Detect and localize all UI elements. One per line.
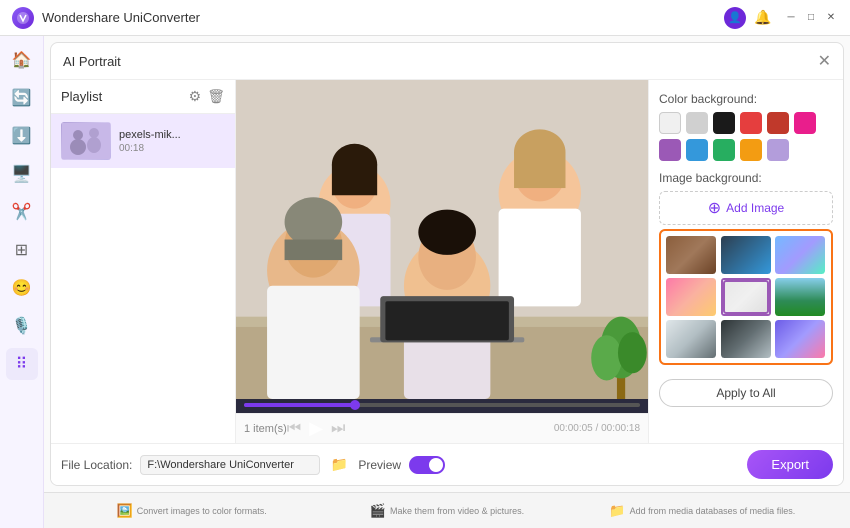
color-swatches <box>659 112 833 161</box>
sidebar-scissors[interactable]: ✂️ <box>6 196 38 228</box>
sidebar-home[interactable]: 🏠 <box>6 44 38 76</box>
img-thumb-8[interactable] <box>721 320 771 358</box>
bottom-icon-1: 🖼️ <box>117 503 133 519</box>
playlist-item[interactable]: pexels-mik... 00:18 <box>51 114 235 168</box>
img-thumb-1[interactable] <box>666 236 716 274</box>
sidebar: 🏠 🔄 ⬇️ 🖥️ ✂️ ⊞ 😊 🎙️ ⠿ <box>0 36 44 528</box>
timeline-thumb[interactable] <box>350 400 360 410</box>
img-thumb-2[interactable] <box>721 236 771 274</box>
playback-controls: ⏮ ▶ ⏭ <box>287 418 346 439</box>
playlist-item-info: pexels-mik... 00:18 <box>119 129 225 154</box>
app-logo <box>12 7 34 29</box>
sidebar-screen[interactable]: 🖥️ <box>6 158 38 190</box>
playlist-settings-icon[interactable]: ⚙ <box>189 88 202 105</box>
file-path-display: F:\Wondershare UniConverter <box>140 455 320 475</box>
preview-toggle[interactable] <box>409 456 445 474</box>
playlist-header: Playlist ⚙ 🗑 <box>51 80 235 114</box>
bottom-bar: 🖼️ Convert images to color formats. 🎬 Ma… <box>44 492 850 528</box>
add-icon: ⊕ <box>708 198 721 218</box>
img-thumb-3[interactable] <box>775 236 825 274</box>
playlist-delete-icon[interactable]: 🗑 <box>207 88 225 105</box>
bell-icon[interactable]: 🔔 <box>752 7 774 29</box>
bottom-item-2: 🎬 Make them from video & pictures. <box>319 503 574 519</box>
prev-button[interactable]: ⏮ <box>287 420 301 438</box>
swatch-dark-red[interactable] <box>767 112 789 134</box>
time-display: 00:00:05 / 00:00:18 <box>554 423 640 434</box>
swatch-pink[interactable] <box>794 112 816 134</box>
bottom-icon-2: 🎬 <box>370 503 386 519</box>
bottom-item-3: 📁 Add from media databases of media file… <box>575 503 830 519</box>
title-bar: Wondershare UniConverter 👤 🔔 ─ □ ✕ <box>0 0 850 36</box>
maximize-button[interactable]: □ <box>804 11 818 25</box>
sidebar-record[interactable]: 🎙️ <box>6 310 38 342</box>
bottom-text-3: Add from media databases of media files. <box>630 506 796 516</box>
close-button[interactable]: ✕ <box>824 11 838 25</box>
img-thumb-6[interactable] <box>775 278 825 316</box>
img-thumb-7[interactable] <box>666 320 716 358</box>
bottom-text-2: Make them from video & pictures. <box>390 506 524 516</box>
main-content: AI Portrait ✕ Playlist ⚙ 🗑 <box>44 36 850 528</box>
playlist-thumbnail <box>61 122 111 160</box>
sidebar-download[interactable]: ⬇️ <box>6 120 38 152</box>
panel-body: Playlist ⚙ 🗑 <box>51 80 843 443</box>
export-button[interactable]: Export <box>747 450 833 479</box>
apply-to-all-button[interactable]: Apply to All <box>659 379 833 407</box>
image-grid <box>659 229 833 365</box>
panel-close-button[interactable]: ✕ <box>818 51 831 71</box>
user-icon[interactable]: 👤 <box>724 7 746 29</box>
playlist-thumb-image <box>61 122 111 160</box>
timeline[interactable] <box>244 403 640 407</box>
image-bg-label: Image background: <box>659 171 833 185</box>
swatch-blue[interactable] <box>686 139 708 161</box>
timeline-fill <box>244 403 355 407</box>
video-preview <box>236 80 648 399</box>
sidebar-face[interactable]: 😊 <box>6 272 38 304</box>
bottom-item-1: 🖼️ Convert images to color formats. <box>64 503 319 519</box>
add-image-button[interactable]: ⊕ Add Image <box>659 191 833 225</box>
toggle-dot <box>429 458 443 472</box>
right-panel: Color background: <box>648 80 843 443</box>
swatch-red[interactable] <box>740 112 762 134</box>
swatch-orange[interactable] <box>740 139 762 161</box>
img-thumb-4[interactable] <box>666 278 716 316</box>
preview-label: Preview <box>358 458 401 472</box>
swatch-purple[interactable] <box>659 139 681 161</box>
img-thumb-5[interactable] <box>721 278 771 316</box>
color-bg-section: Color background: <box>659 92 833 161</box>
file-location-label: File Location: <box>61 458 132 472</box>
item-count: 1 item(s) <box>244 421 287 437</box>
file-bar: File Location: F:\Wondershare UniConvert… <box>51 443 843 485</box>
sidebar-grid[interactable]: ⊞ <box>6 234 38 266</box>
image-bg-section: Image background: ⊕ Add Image <box>659 171 833 365</box>
playlist-item-duration: 00:18 <box>119 143 225 154</box>
bottom-icon-3: 📁 <box>609 503 625 519</box>
ai-portrait-panel: AI Portrait ✕ Playlist ⚙ 🗑 <box>50 42 844 486</box>
panel-header: AI Portrait ✕ <box>51 43 843 80</box>
add-image-label: Add Image <box>726 201 784 215</box>
next-button[interactable]: ⏭ <box>331 420 345 438</box>
playlist-actions: ⚙ 🗑 <box>189 88 225 105</box>
playlist-title: Playlist <box>61 89 102 104</box>
playlist-item-name: pexels-mik... <box>119 129 225 141</box>
swatch-lavender[interactable] <box>767 139 789 161</box>
app-title: Wondershare UniConverter <box>42 10 724 25</box>
video-controls <box>236 399 648 413</box>
minimize-button[interactable]: ─ <box>784 11 798 25</box>
app-body: 🏠 🔄 ⬇️ 🖥️ ✂️ ⊞ 😊 🎙️ ⠿ AI Portrait ✕ Play… <box>0 36 850 528</box>
sidebar-apps[interactable]: ⠿ <box>6 348 38 380</box>
browse-folder-button[interactable]: 📁 <box>328 454 350 476</box>
swatch-black[interactable] <box>713 112 735 134</box>
play-button[interactable]: ▶ <box>309 418 323 439</box>
swatch-green[interactable] <box>713 139 735 161</box>
bottom-text-1: Convert images to color formats. <box>137 506 267 516</box>
swatch-light-gray[interactable] <box>686 112 708 134</box>
sidebar-convert[interactable]: 🔄 <box>6 82 38 114</box>
window-controls: ─ □ ✕ <box>784 11 838 25</box>
playlist-panel: Playlist ⚙ 🗑 <box>51 80 236 443</box>
video-area: 1 item(s) ⏮ ▶ ⏭ 00:00:05 / 00:00:18 <box>236 80 648 443</box>
swatch-white[interactable] <box>659 112 681 134</box>
color-bg-label: Color background: <box>659 92 833 106</box>
img-thumb-9[interactable] <box>775 320 825 358</box>
panel-title: AI Portrait <box>63 54 121 69</box>
